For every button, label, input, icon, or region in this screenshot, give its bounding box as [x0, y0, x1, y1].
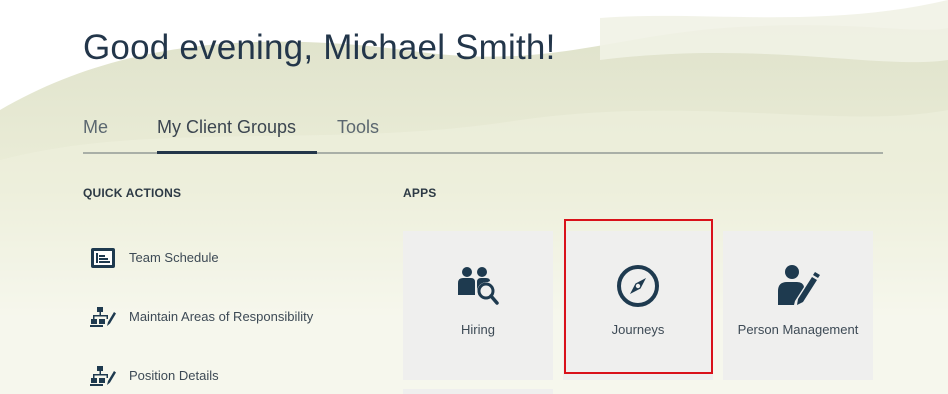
app-tile-journeys[interactable]: Journeys — [563, 231, 713, 380]
quick-action-label: Maintain Areas of Responsibility — [129, 309, 314, 324]
tab-tools[interactable]: Tools — [337, 117, 379, 138]
person-edit-icon — [778, 265, 820, 305]
tab-my-client-groups[interactable]: My Client Groups — [157, 117, 296, 138]
active-tab-indicator — [157, 151, 317, 154]
team-schedule-icon — [91, 248, 115, 268]
quick-action-maintain-areas[interactable]: Maintain Areas of Responsibility — [88, 302, 348, 332]
org-hierarchy-edit-icon — [90, 366, 116, 386]
org-hierarchy-edit-icon — [90, 307, 116, 327]
people-search-icon — [458, 267, 499, 305]
app-tile-next-row[interactable] — [403, 389, 553, 394]
app-tile-label: Journeys — [611, 322, 665, 337]
greeting-title: Good evening, Michael Smith! — [83, 28, 556, 67]
app-tile-person-management[interactable]: Person Management — [723, 231, 873, 380]
quick-action-label: Position Details — [129, 368, 219, 383]
tab-bar: Me My Client Groups Tools — [83, 112, 883, 154]
quick-action-label: Team Schedule — [129, 250, 219, 265]
app-tile-label: Hiring — [461, 322, 495, 337]
quick-action-team-schedule[interactable]: Team Schedule — [88, 243, 348, 273]
app-tile-label: Person Management — [737, 322, 859, 337]
tab-me[interactable]: Me — [83, 117, 108, 138]
quick-actions-title: QUICK ACTIONS — [83, 186, 182, 200]
apps-title: APPS — [403, 186, 437, 200]
app-tile-hiring[interactable]: Hiring — [403, 231, 553, 380]
quick-action-position-details[interactable]: Position Details — [88, 361, 348, 391]
compass-icon — [617, 265, 659, 307]
